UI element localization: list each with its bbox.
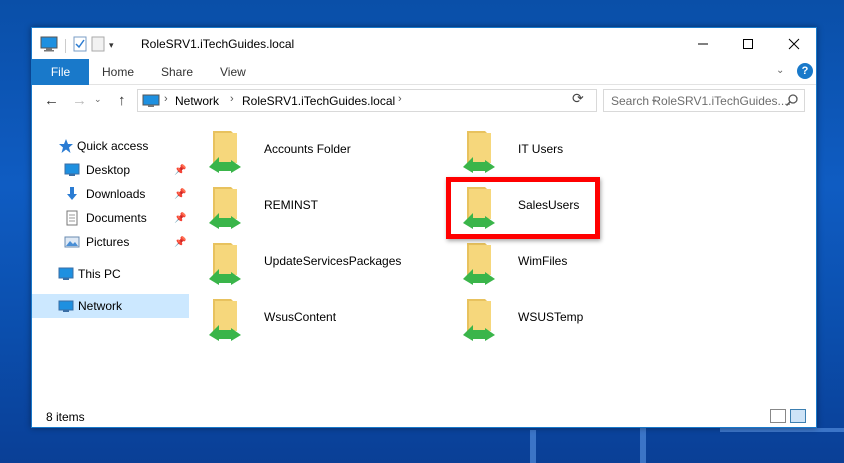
title-bar: ▾ RoleSRV1.iTechGuides.local [32, 28, 816, 59]
up-arrow-icon[interactable]: ↑ [118, 92, 126, 109]
quick-access-toolbar: ▾ [40, 36, 114, 55]
document-icon [64, 210, 80, 226]
pin-icon[interactable]: 📌 [174, 189, 186, 200]
tab-home[interactable]: Home [102, 65, 134, 79]
recent-locations-chevron-icon[interactable]: ⌄ [94, 94, 102, 105]
new-folder-icon[interactable] [91, 36, 105, 55]
view-switcher [770, 409, 806, 423]
nav-this-pc[interactable]: This PC [32, 262, 189, 286]
shared-folder-item[interactable]: UpdateServicesPackages [207, 237, 457, 289]
nav-label: Pictures [86, 235, 130, 249]
item-label: WsusContent [264, 310, 337, 324]
desktop-background [720, 428, 844, 432]
item-label: Accounts Folder [264, 142, 351, 156]
pin-icon[interactable]: 📌 [174, 237, 186, 248]
nav-item-downloads[interactable]: Downloads 📌 [32, 182, 189, 206]
pin-icon[interactable]: 📌 [174, 213, 186, 224]
nav-label: Quick access [77, 139, 149, 153]
ribbon: File Home Share View ⌄ ? [32, 59, 816, 85]
window-title: RoleSRV1.iTechGuides.local [141, 37, 295, 51]
nav-label: Desktop [86, 163, 131, 177]
nav-item-documents[interactable]: Documents 📌 [32, 206, 189, 230]
customize-toolbar-icon[interactable]: ▾ [109, 40, 114, 51]
nav-label: Network [78, 299, 123, 313]
download-arrow-icon [64, 186, 80, 202]
highlight-box [446, 177, 600, 239]
chevron-right-icon[interactable]: › [230, 93, 234, 105]
breadcrumb-network[interactable]: Network [175, 94, 219, 108]
explorer-window: ▾ RoleSRV1.iTechGuides.local File Home S… [31, 27, 817, 428]
desktop-background [530, 430, 536, 463]
nav-quick-access[interactable]: Quick access [32, 134, 189, 158]
item-label: REMINST [264, 198, 318, 212]
shared-folder-item[interactable]: WsusContent [207, 293, 457, 345]
breadcrumb-server[interactable]: RoleSRV1.iTechGuides.local [242, 94, 395, 108]
shared-folder-icon [461, 239, 501, 285]
search-placeholder: Search RoleSRV1.iTechGuides.... [611, 94, 791, 108]
nav-label: Documents [86, 211, 147, 225]
details-view-icon[interactable] [770, 409, 786, 423]
forward-arrow-icon[interactable]: → [72, 92, 87, 109]
toolbar-divider [65, 38, 66, 53]
shared-folder-icon [207, 239, 247, 285]
chevron-right-icon[interactable]: › [398, 93, 402, 105]
shared-folder-icon [207, 183, 247, 229]
desktop-icon [64, 162, 80, 178]
chevron-right-icon[interactable]: › [164, 93, 168, 105]
maximize-button[interactable] [725, 28, 771, 59]
shared-folder-item[interactable]: WSUSTemp [461, 293, 711, 345]
network-icon [142, 94, 160, 111]
nav-label: Downloads [86, 187, 146, 201]
item-label: UpdateServicesPackages [264, 254, 402, 268]
search-icon[interactable] [785, 93, 799, 110]
pictures-icon [64, 234, 80, 250]
desktop-background [640, 428, 646, 463]
item-label: IT Users [518, 142, 564, 156]
minimize-button[interactable] [680, 28, 726, 59]
status-item-count: 8 items [46, 410, 85, 424]
star-icon [58, 138, 74, 154]
shared-folder-icon [461, 127, 501, 173]
large-icons-view-icon[interactable] [790, 409, 806, 423]
nav-item-pictures[interactable]: Pictures 📌 [32, 230, 189, 254]
shared-folder-icon [207, 127, 247, 173]
properties-icon[interactable] [73, 36, 87, 55]
navigation-pane: Quick access Desktop 📌 Downloads 📌 Docum… [32, 120, 189, 410]
tab-file[interactable]: File [32, 59, 89, 85]
shared-folder-item[interactable]: Accounts Folder [207, 125, 457, 177]
item-label: WSUSTemp [518, 310, 584, 324]
shared-folder-icon [461, 295, 501, 341]
nav-network[interactable]: Network [32, 294, 189, 318]
pin-icon[interactable]: 📌 [174, 165, 186, 176]
search-input[interactable]: Search RoleSRV1.iTechGuides.... [603, 89, 805, 112]
help-icon[interactable]: ? [797, 63, 813, 79]
refresh-icon[interactable]: ⟳ [572, 90, 584, 107]
shared-folder-item[interactable]: WimFiles [461, 237, 711, 289]
tab-share[interactable]: Share [161, 65, 193, 79]
nav-label: This PC [78, 267, 121, 281]
network-icon [58, 298, 74, 314]
item-label: WimFiles [518, 254, 568, 268]
close-button[interactable] [771, 28, 817, 59]
computer-icon [58, 266, 74, 282]
expand-ribbon-chevron-icon[interactable]: ⌄ [776, 65, 784, 76]
address-row: ← → ⌄ ↑ › Network › RoleSRV1.iTechGuides… [32, 88, 816, 116]
nav-item-desktop[interactable]: Desktop 📌 [32, 158, 189, 182]
shared-folder-item[interactable]: REMINST [207, 181, 457, 233]
folder-content: Accounts Folder IT Users REMINST SalesUs… [189, 120, 816, 410]
back-arrow-icon[interactable]: ← [44, 92, 59, 109]
shared-folder-icon [207, 295, 247, 341]
computer-icon[interactable] [40, 36, 58, 55]
address-bar[interactable]: › Network › RoleSRV1.iTechGuides.local ›… [137, 89, 658, 112]
tab-view[interactable]: View [220, 65, 246, 79]
shared-folder-item[interactable]: IT Users [461, 125, 711, 177]
